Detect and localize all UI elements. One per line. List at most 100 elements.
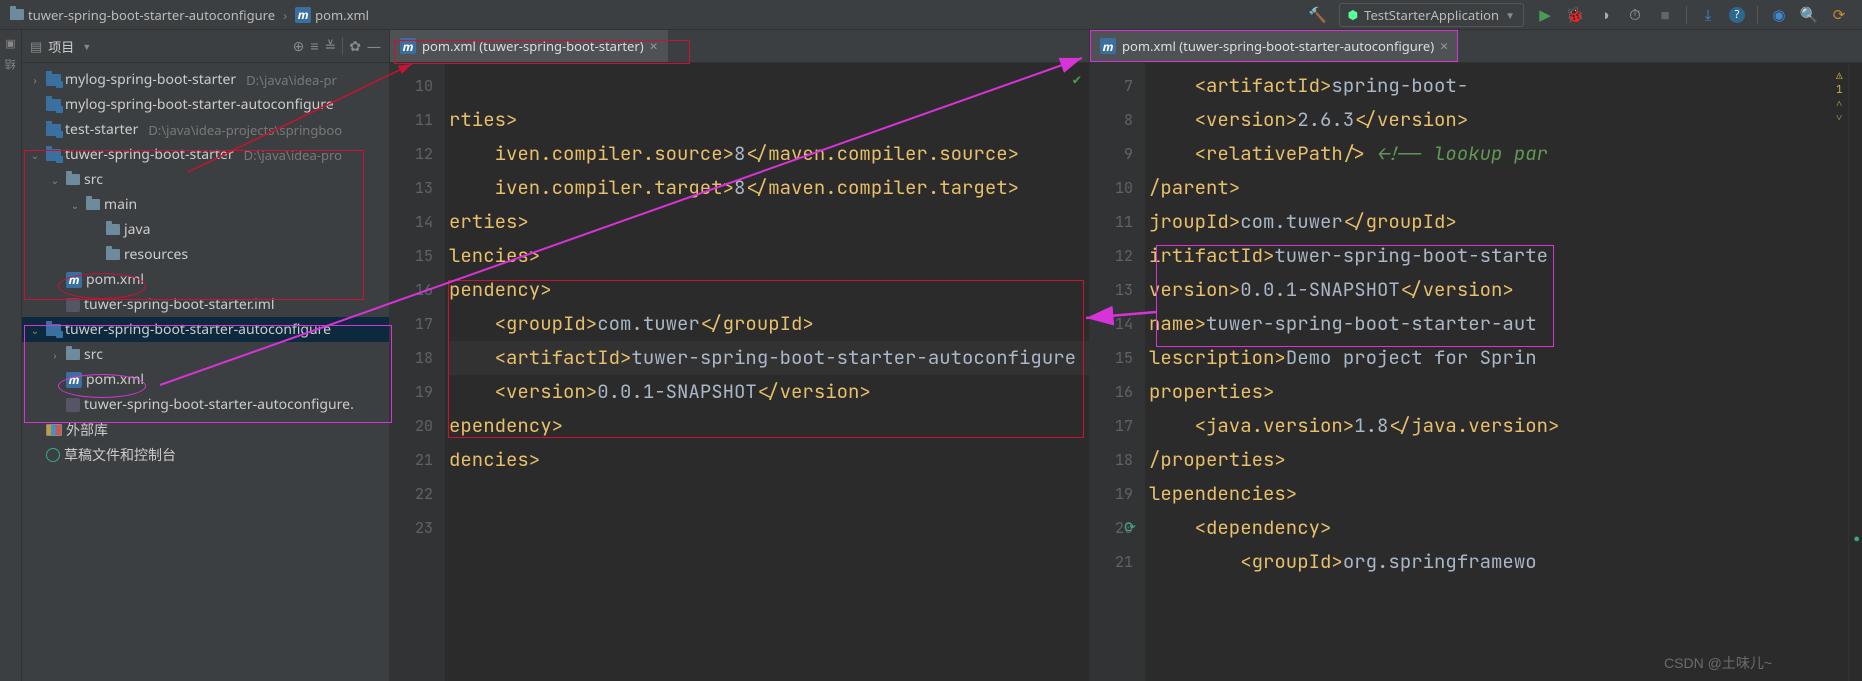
search-icon[interactable]: 🔍 bbox=[1800, 6, 1818, 24]
code-line[interactable]: iven.compiler.target>8</maven.compiler.t… bbox=[449, 171, 1089, 205]
code-line[interactable]: rties> bbox=[449, 103, 1089, 137]
code-line[interactable] bbox=[449, 511, 1089, 545]
line-number: 17 bbox=[390, 307, 433, 341]
git-pull-icon[interactable]: ⤓ bbox=[1699, 6, 1717, 24]
stop-icon[interactable]: ■ bbox=[1656, 6, 1674, 24]
chevron-icon[interactable]: ⌄ bbox=[68, 198, 82, 212]
project-tree[interactable]: ›mylog-spring-boot-starterD:\java\idea-p… bbox=[22, 63, 389, 681]
tree-item[interactable]: java bbox=[22, 217, 389, 242]
tree-item[interactable]: ⌄tuwer-spring-boot-starter-autoconfigure bbox=[22, 317, 389, 342]
breadcrumb-file[interactable]: pom.xml bbox=[315, 6, 369, 24]
code-right[interactable]: ⚠ 1 ˄ ˅ <artifactId>spring-boot- <versio… bbox=[1145, 63, 1848, 681]
code-line[interactable]: /properties> bbox=[1149, 443, 1848, 477]
chevron-icon[interactable]: ⌄ bbox=[48, 173, 62, 187]
run-icon[interactable]: ▶ bbox=[1536, 6, 1554, 24]
spring-boot-icon: ⬢ bbox=[1348, 6, 1358, 23]
code-line[interactable]: erties> bbox=[449, 205, 1089, 239]
editor-tab-autoconfigure-pom[interactable]: m pom.xml (tuwer-spring-boot-starter-aut… bbox=[1090, 30, 1458, 62]
locate-icon[interactable]: ⊕ bbox=[293, 37, 305, 56]
tree-item[interactable]: tuwer-spring-boot-starter.iml bbox=[22, 292, 389, 317]
code-line[interactable]: lescription>Demo project for Sprin bbox=[1149, 341, 1848, 375]
code-line[interactable] bbox=[449, 69, 1089, 103]
tree-item-label: tuwer-spring-boot-starter.iml bbox=[84, 295, 274, 314]
project-view-icon[interactable]: ▤ bbox=[30, 37, 42, 55]
chevron-icon[interactable]: › bbox=[28, 73, 42, 87]
maven-file-icon: m bbox=[400, 38, 416, 54]
collapse-icon[interactable]: ≚ bbox=[325, 37, 337, 56]
breadcrumb-module[interactable]: tuwer-spring-boot-starter-autoconfigure bbox=[28, 6, 275, 24]
hide-icon[interactable]: — bbox=[367, 37, 381, 56]
inspection-marker[interactable]: ⚠ 1 ˄ ˅ bbox=[1836, 69, 1846, 125]
maven-file-icon: m bbox=[1100, 38, 1116, 54]
code-line[interactable] bbox=[449, 477, 1089, 511]
close-icon[interactable]: × bbox=[1440, 37, 1448, 56]
tree-item[interactable]: mylog-spring-boot-starter-autoconfigure bbox=[22, 92, 389, 117]
close-icon[interactable]: × bbox=[650, 37, 658, 56]
project-title[interactable]: 项目 bbox=[48, 37, 74, 56]
tree-item[interactable]: mpom.xml bbox=[22, 267, 389, 292]
tree-item[interactable]: mpom.xml bbox=[22, 367, 389, 392]
structure-tool[interactable]: 结 bbox=[3, 57, 19, 70]
tree-item[interactable]: ⌄tuwer-spring-boot-starterD:\java\idea-p… bbox=[22, 142, 389, 167]
code-line[interactable]: <relativePath/> <!-- lookup par bbox=[1149, 137, 1848, 171]
code-line[interactable]: name>tuwer-spring-boot-starter-aut bbox=[1149, 307, 1848, 341]
tree-item[interactable]: ›mylog-spring-boot-starterD:\java\idea-p… bbox=[22, 67, 389, 92]
code-line[interactable]: <java.version>1.8</java.version> bbox=[1149, 409, 1848, 443]
coverage-icon[interactable]: ◑ bbox=[1596, 6, 1614, 24]
project-tool-icon[interactable]: ▣ bbox=[5, 36, 15, 51]
code-line[interactable]: /parent> bbox=[1149, 171, 1848, 205]
code-line[interactable]: jroupId>com.tuwer</groupId> bbox=[1149, 205, 1848, 239]
chevron-icon[interactable]: ⌄ bbox=[28, 323, 42, 337]
gutter-run-icon[interactable]: ⟳ bbox=[1121, 519, 1139, 537]
help-icon[interactable]: ? bbox=[1729, 7, 1745, 23]
code-line[interactable]: <version>0.0.1-SNAPSHOT</version> bbox=[449, 375, 1089, 409]
line-number: 19 bbox=[390, 375, 433, 409]
tree-item[interactable]: tuwer-spring-boot-starter-autoconfigure. bbox=[22, 392, 389, 417]
code-line[interactable]: pendency> bbox=[449, 273, 1089, 307]
tree-item[interactable]: ⌄src bbox=[22, 167, 389, 192]
tree-item-label: main bbox=[104, 195, 137, 214]
code-line[interactable]: irtifactId>tuwer-spring-boot-starte bbox=[1149, 239, 1848, 273]
tree-item[interactable]: ›src bbox=[22, 342, 389, 367]
code-line[interactable]: iven.compiler.source>8</maven.compiler.s… bbox=[449, 137, 1089, 171]
code-line[interactable]: properties> bbox=[1149, 375, 1848, 409]
code-line[interactable]: <artifactId>tuwer-spring-boot-starter-au… bbox=[449, 341, 1089, 375]
code-line[interactable]: lencies> bbox=[449, 239, 1089, 273]
code-line[interactable]: version>0.0.1-SNAPSHOT</version> bbox=[1149, 273, 1848, 307]
profile-icon[interactable]: ⏱ bbox=[1626, 6, 1644, 24]
code-line[interactable]: <groupId>org.springframewo bbox=[1149, 545, 1848, 579]
tree-item[interactable]: 草稿文件和控制台 bbox=[22, 442, 389, 467]
code-line[interactable]: <artifactId>spring-boot- bbox=[1149, 69, 1848, 103]
tree-item-label: 外部库 bbox=[66, 420, 108, 440]
gear-icon[interactable]: ✿ bbox=[349, 37, 361, 56]
tree-item[interactable]: resources bbox=[22, 242, 389, 267]
tab-label: pom.xml (tuwer-spring-boot-starter) bbox=[422, 37, 644, 55]
code-left[interactable]: ✔ rties> iven.compiler.source>8</maven.c… bbox=[445, 63, 1089, 681]
tree-item[interactable]: ⌄ main bbox=[22, 192, 389, 217]
separator bbox=[1686, 6, 1687, 24]
build-icon[interactable]: 🔨 bbox=[1309, 6, 1327, 24]
iml-file-icon bbox=[66, 298, 80, 312]
line-number: 10 bbox=[1090, 171, 1133, 205]
code-line[interactable]: dencies> bbox=[449, 443, 1089, 477]
meter-icon[interactable]: ◉ bbox=[1770, 6, 1788, 24]
tree-item[interactable]: test-starterD:\java\idea-projects\spring… bbox=[22, 117, 389, 142]
code-line[interactable]: <dependency> bbox=[1149, 511, 1848, 545]
line-number: 21 bbox=[390, 443, 433, 477]
settings-sync-icon[interactable]: ⟳ bbox=[1830, 6, 1848, 24]
line-number: 10 bbox=[390, 69, 433, 103]
expand-icon[interactable]: ≡ bbox=[310, 37, 318, 56]
code-line[interactable]: ependency> bbox=[449, 409, 1089, 443]
chevron-down-icon[interactable]: ▼ bbox=[82, 40, 91, 53]
chevron-icon[interactable]: › bbox=[48, 348, 62, 362]
run-config-selector[interactable]: ⬢ TestStarterApplication ▼ bbox=[1339, 3, 1524, 27]
folder-icon bbox=[106, 224, 120, 235]
debug-icon[interactable]: 🐞 bbox=[1566, 6, 1584, 24]
editor-tab-starter-pom[interactable]: m pom.xml (tuwer-spring-boot-starter) × bbox=[390, 30, 668, 62]
code-line[interactable]: lependencies> bbox=[1149, 477, 1848, 511]
breadcrumb[interactable]: tuwer-spring-boot-starter-autoconfigure … bbox=[10, 6, 369, 24]
code-line[interactable]: <groupId>com.tuwer</groupId> bbox=[449, 307, 1089, 341]
code-line[interactable]: <version>2.6.3</version> bbox=[1149, 103, 1848, 137]
tree-item[interactable]: 外部库 bbox=[22, 417, 389, 442]
chevron-icon[interactable]: ⌄ bbox=[28, 148, 42, 162]
